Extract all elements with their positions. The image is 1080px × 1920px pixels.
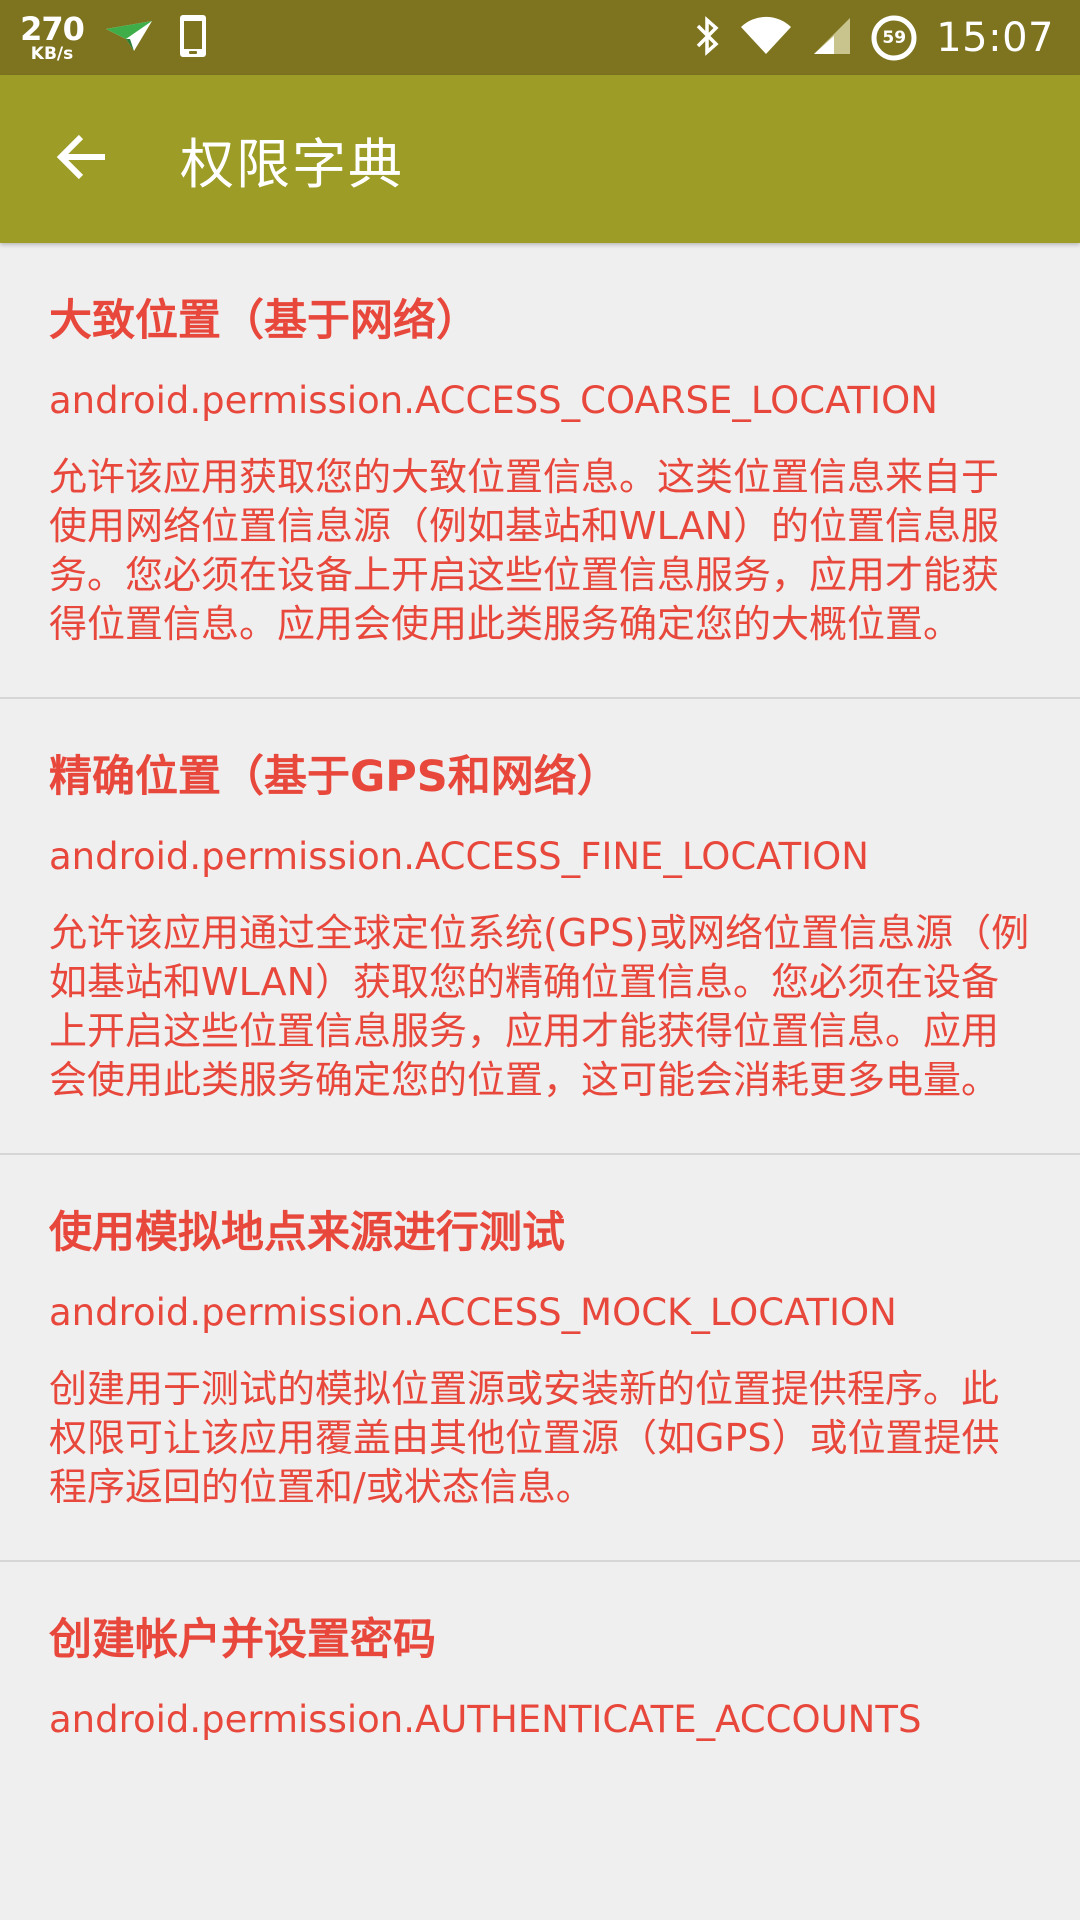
status-bar-right: 59 15:07	[694, 0, 1054, 75]
permission-title: 使用模拟地点来源进行测试	[49, 1208, 565, 1258]
battery-level: 59	[882, 27, 907, 48]
list-item[interactable]: 大致位置（基于网络） android.permission.ACCESS_COA…	[0, 243, 1080, 699]
battery-icon: 59	[870, 14, 918, 62]
status-bar: 270 KB/s 59 15:07	[0, 0, 1080, 75]
permission-title: 精确位置（基于GPS和网络）	[49, 752, 620, 802]
network-speed-unit: KB/s	[30, 43, 74, 64]
arrow-left-icon	[55, 133, 109, 185]
signal-icon	[810, 16, 852, 60]
phone-icon	[178, 13, 208, 63]
network-speed-value: 270	[20, 9, 85, 48]
back-button[interactable]	[42, 119, 122, 199]
permission-description: 创建用于测试的模拟位置源或安装新的位置提供程序。此权限可让该应用覆盖由其他位置源…	[49, 1367, 1000, 1509]
permission-name: android.permission.AUTHENTICATE_ACCOUNTS	[49, 1698, 922, 1741]
permission-name: android.permission.ACCESS_FINE_LOCATION	[49, 835, 869, 878]
status-bar-left: 270 KB/s	[20, 0, 208, 75]
list-item[interactable]: 创建帐户并设置密码 android.permission.AUTHENTICAT…	[0, 1562, 1080, 1792]
permission-description: 允许该应用获取您的大致位置信息。这类位置信息来自于使用网络位置信息源（例如基站和…	[49, 455, 1000, 646]
page-title: 权限字典	[180, 132, 404, 196]
paper-plane-icon	[104, 19, 154, 57]
permission-title: 创建帐户并设置密码	[49, 1615, 436, 1665]
permission-name: android.permission.ACCESS_MOCK_LOCATION	[49, 1291, 897, 1334]
list-item[interactable]: 精确位置（基于GPS和网络） android.permission.ACCESS…	[0, 699, 1080, 1155]
bluetooth-icon	[694, 15, 722, 61]
app-bar: 权限字典	[0, 75, 1080, 243]
wifi-icon	[740, 16, 792, 60]
clock: 15:07	[936, 14, 1054, 61]
permission-list: 大致位置（基于网络） android.permission.ACCESS_COA…	[0, 243, 1080, 1792]
list-item[interactable]: 使用模拟地点来源进行测试 android.permission.ACCESS_M…	[0, 1155, 1080, 1562]
network-speed: 270 KB/s	[20, 13, 85, 64]
permission-title: 大致位置（基于网络）	[49, 296, 479, 346]
permission-description: 允许该应用通过全球定位系统(GPS)或网络位置信息源（例如基站和WLAN）获取您…	[49, 911, 1030, 1102]
permission-name: android.permission.ACCESS_COARSE_LOCATIO…	[49, 379, 938, 422]
